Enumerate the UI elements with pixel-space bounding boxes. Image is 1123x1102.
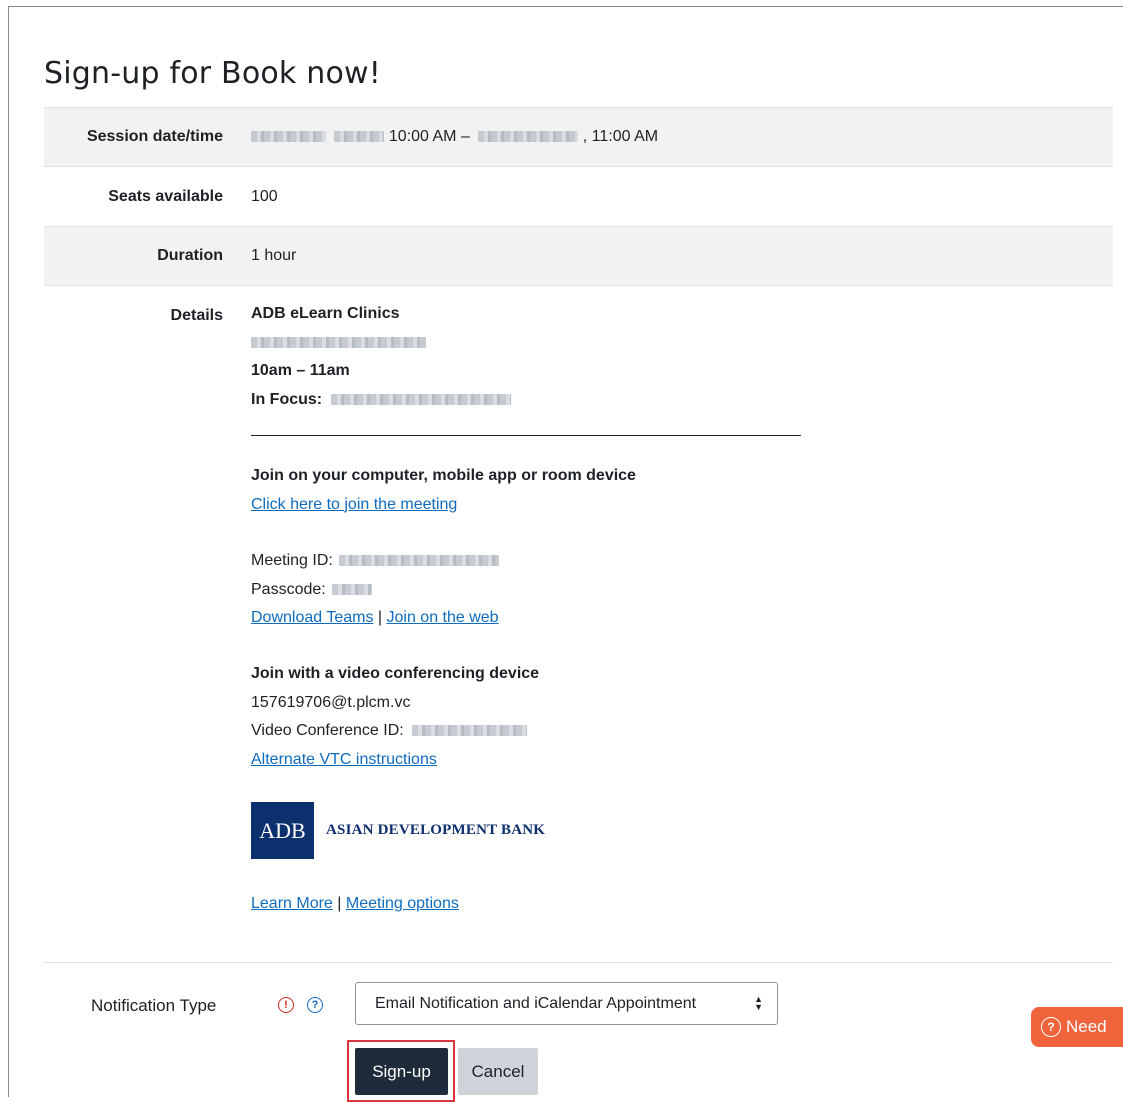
meeting-id: Meeting ID: xyxy=(251,547,500,576)
duration-value: 1 hour xyxy=(251,247,297,264)
session-end-time: , 11:00 AM xyxy=(582,128,659,145)
join-on-web-link[interactable]: Join on the web xyxy=(387,609,499,626)
form-divider xyxy=(44,962,1113,963)
redacted-text xyxy=(251,131,326,143)
row-duration: Duration 1 hour xyxy=(44,226,1113,285)
details-time: 10am – 11am xyxy=(251,362,350,379)
redacted-text xyxy=(332,583,373,595)
passcode-label: Passcode: xyxy=(251,580,326,598)
cancel-button[interactable]: Cancel xyxy=(458,1048,538,1095)
meeting-credentials: Meeting ID: Passcode: Download Teams | J… xyxy=(251,547,500,633)
redacted-text xyxy=(334,131,385,143)
need-help-label: Need xyxy=(1066,1017,1107,1036)
redacted-text xyxy=(330,393,511,405)
link-separator: | xyxy=(337,895,342,912)
vtc-heading: Join with a video conferencing device xyxy=(251,665,540,682)
duration-label: Duration xyxy=(157,247,223,264)
footer-links: Learn More | Meeting options xyxy=(251,890,459,919)
session-start-time: 10:00 AM – xyxy=(388,128,470,145)
details-label: Details xyxy=(170,307,223,324)
details-in-focus: In Focus: xyxy=(251,386,511,415)
details-intro: ADB eLearn Clinics 10am – 11am In Focus: xyxy=(251,300,511,414)
seats-available-label: Seats available xyxy=(108,188,223,205)
adb-logo-mark: ADB xyxy=(251,802,314,859)
details-heading: ADB eLearn Clinics xyxy=(251,305,400,322)
join-heading: Join on your computer, mobile app or roo… xyxy=(251,467,636,484)
meeting-id-label: Meeting ID: xyxy=(251,552,333,569)
session-info-table: Session date/time 10:00 AM – , 11:00 AM … xyxy=(44,107,1113,324)
row-seats-available: Seats available 100 xyxy=(44,166,1113,226)
alternate-vtc-link[interactable]: Alternate VTC instructions xyxy=(251,751,437,768)
session-datetime-label: Session date/time xyxy=(86,128,223,145)
help-icon[interactable]: ? xyxy=(307,997,323,1013)
link-separator: | xyxy=(377,609,383,626)
seats-available-value: 100 xyxy=(251,188,278,205)
redacted-text xyxy=(412,725,528,737)
need-help-button[interactable]: ? Need xyxy=(1031,1007,1123,1047)
signup-button[interactable]: Sign-up xyxy=(355,1048,448,1095)
select-caret-icon: ▲ ▼ xyxy=(754,994,763,1012)
notification-type-label: Notification Type xyxy=(91,996,217,1015)
adb-logo: ADB ASIAN DEVELOPMENT BANK xyxy=(251,802,545,859)
vtc-section: Join with a video conferencing device 15… xyxy=(251,660,539,774)
download-teams-link[interactable]: Download Teams xyxy=(251,609,373,626)
page-title: Sign-up for Book now! xyxy=(44,56,381,91)
meeting-options-link[interactable]: Meeting options xyxy=(346,895,459,912)
required-icon: ! xyxy=(278,997,294,1013)
vtc-id-label: Video Conference ID: xyxy=(251,722,404,739)
row-details: Details xyxy=(44,285,1113,324)
notification-type-select[interactable]: Email Notification and iCalendar Appoint… xyxy=(355,982,778,1025)
in-focus-label: In Focus: xyxy=(251,390,323,408)
details-divider xyxy=(251,435,801,436)
vtc-conference-id: Video Conference ID: xyxy=(251,717,539,746)
session-datetime-value: 10:00 AM – , 11:00 AM xyxy=(251,128,658,146)
adb-logo-name: ASIAN DEVELOPMENT BANK xyxy=(326,822,546,838)
vtc-address: 157619706@t.plcm.vc xyxy=(251,693,411,711)
redacted-text xyxy=(339,555,500,567)
redacted-text xyxy=(251,336,426,348)
join-meeting-link[interactable]: Click here to join the meeting xyxy=(251,496,457,513)
teams-links: Download Teams | Join on the web xyxy=(251,604,499,633)
details-date xyxy=(251,329,511,358)
join-section: Join on your computer, mobile app or roo… xyxy=(251,462,636,519)
redacted-text xyxy=(478,131,579,143)
row-session-datetime: Session date/time 10:00 AM – , 11:00 AM xyxy=(44,107,1113,166)
notification-type-value: Email Notification and iCalendar Appoint… xyxy=(375,994,697,1012)
learn-more-link[interactable]: Learn More xyxy=(251,895,333,912)
help-circle-icon: ? xyxy=(1041,1017,1061,1037)
passcode: Passcode: xyxy=(251,576,499,605)
